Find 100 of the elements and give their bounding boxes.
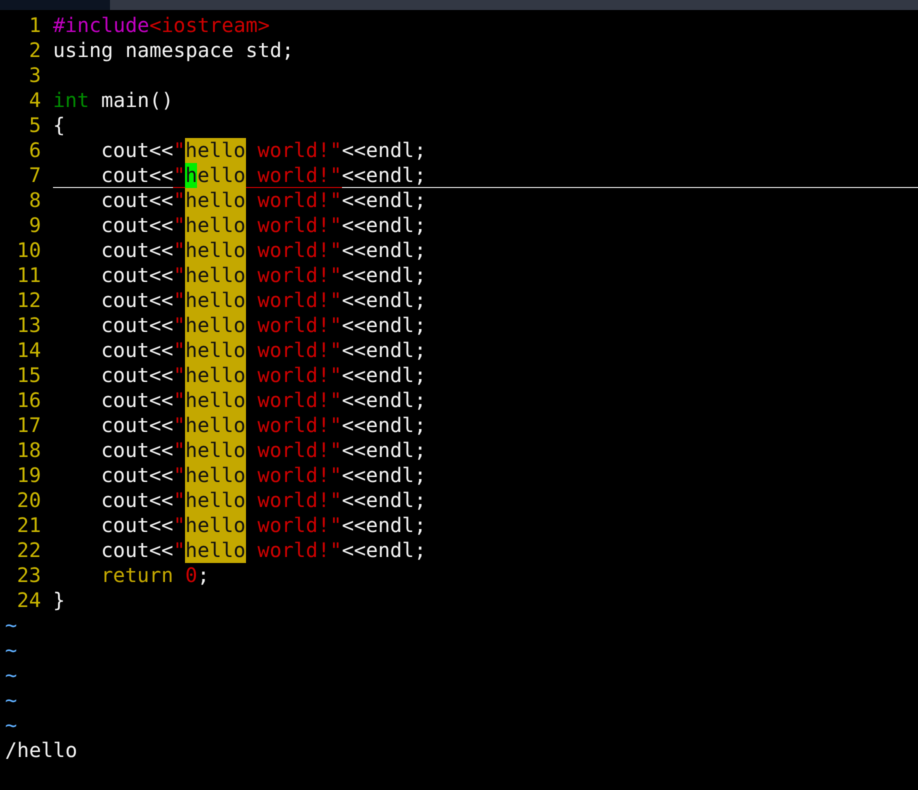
- line-number: 6: [28, 138, 41, 163]
- preprocessor-directive: #include: [53, 13, 150, 38]
- line-number: 16: [16, 388, 41, 413]
- code-text: <<endl;: [342, 513, 426, 538]
- string-literal: world!": [256, 538, 342, 563]
- command-line[interactable]: /hello: [5, 738, 78, 763]
- terminal-tab[interactable]: [0, 0, 110, 10]
- string-literal: world!": [256, 488, 342, 513]
- search-match: hello: [185, 313, 246, 338]
- empty-line-marker: ~: [5, 688, 18, 713]
- line-number: 20: [16, 488, 41, 513]
- search-match: hello: [185, 463, 246, 488]
- code-text: cout<<: [101, 138, 174, 163]
- text-cursor: h: [185, 163, 198, 188]
- code-text: cout<<: [101, 413, 174, 438]
- code-text: cout<<: [101, 363, 174, 388]
- code-text: <<endl;: [342, 463, 426, 488]
- code-text: {: [53, 113, 66, 138]
- code-text: <<endl;: [342, 263, 426, 288]
- code-text: <<endl;: [342, 163, 426, 188]
- line-number: 3: [28, 63, 41, 88]
- line-number: 13: [16, 313, 41, 338]
- string-literal: world!": [256, 188, 342, 213]
- search-match: hello: [185, 263, 246, 288]
- code-text: cout<<: [101, 438, 174, 463]
- line-number: 23: [16, 563, 41, 588]
- code-text: <<endl;: [342, 188, 426, 213]
- line-number: 7: [28, 163, 41, 188]
- string-literal: world!": [256, 388, 342, 413]
- code-text: main(): [100, 88, 174, 113]
- code-text: cout<<: [101, 163, 174, 188]
- line-number: 4: [28, 88, 41, 113]
- line-number: 8: [28, 188, 41, 213]
- line-number: 21: [16, 513, 41, 538]
- search-match: hello: [185, 513, 246, 538]
- code-text: <<endl;: [342, 213, 426, 238]
- code-text: cout<<: [101, 238, 174, 263]
- line-number: 11: [16, 263, 41, 288]
- code-text: }: [53, 588, 66, 613]
- code-text: ;: [197, 563, 210, 588]
- string-literal: world!": [256, 463, 342, 488]
- string-literal: ": [173, 363, 186, 388]
- code-text: <<endl;: [342, 538, 426, 563]
- string-literal: ": [173, 513, 186, 538]
- code-text: cout<<: [101, 313, 174, 338]
- string-literal: ": [173, 388, 186, 413]
- string-literal: world!": [256, 263, 342, 288]
- line-number: 10: [16, 238, 41, 263]
- string-literal: <iostream>: [149, 13, 270, 38]
- string-literal: ": [173, 463, 186, 488]
- code-text: cout<<: [101, 388, 174, 413]
- search-match: hello: [185, 213, 246, 238]
- line-number: 1: [28, 13, 41, 38]
- search-match: hello: [185, 388, 246, 413]
- search-match: hello: [185, 538, 246, 563]
- string-literal: ": [173, 213, 186, 238]
- number-literal: 0: [184, 563, 198, 588]
- string-literal: ": [173, 263, 186, 288]
- code-text: <<endl;: [342, 388, 426, 413]
- code-text: <<endl;: [342, 238, 426, 263]
- code-text: <<endl;: [342, 313, 426, 338]
- line-number: 22: [16, 538, 41, 563]
- search-match: hello: [185, 238, 246, 263]
- code-text: <<endl;: [342, 138, 426, 163]
- code-text: cout<<: [101, 538, 174, 563]
- string-literal: ": [173, 188, 186, 213]
- search-match: hello: [185, 188, 246, 213]
- search-match: hello: [185, 338, 246, 363]
- string-literal: ": [173, 413, 186, 438]
- code-text: <<endl;: [342, 338, 426, 363]
- string-literal: world!": [256, 213, 342, 238]
- string-literal: world!": [256, 338, 342, 363]
- code-text: cout<<: [101, 338, 174, 363]
- string-literal: world!": [246, 163, 342, 188]
- search-match: hello: [185, 488, 246, 513]
- code-text: <<endl;: [342, 288, 426, 313]
- code-text: cout<<: [101, 463, 174, 488]
- empty-line-marker: ~: [5, 713, 18, 738]
- code-text: cout<<: [101, 488, 174, 513]
- code-text: <<endl;: [342, 488, 426, 513]
- code-text: <<endl;: [342, 363, 426, 388]
- line-number: 17: [16, 413, 41, 438]
- string-literal: world!": [256, 513, 342, 538]
- line-number: 9: [28, 213, 41, 238]
- string-literal: world!": [256, 313, 342, 338]
- line-number: 5: [28, 113, 41, 138]
- line-number: 12: [16, 288, 41, 313]
- string-literal: ": [173, 313, 186, 338]
- string-literal: ": [173, 138, 186, 163]
- empty-line-marker: ~: [5, 638, 18, 663]
- code-text: cout<<: [101, 188, 174, 213]
- code-text: <<endl;: [342, 438, 426, 463]
- empty-line-marker: ~: [5, 663, 18, 688]
- search-match: hello: [185, 438, 246, 463]
- string-literal: world!": [256, 413, 342, 438]
- search-match: ello: [197, 163, 246, 188]
- empty-line-marker: ~: [5, 613, 18, 638]
- search-match: hello: [185, 138, 246, 163]
- string-literal: ": [173, 538, 186, 563]
- statement-keyword: return: [101, 563, 174, 588]
